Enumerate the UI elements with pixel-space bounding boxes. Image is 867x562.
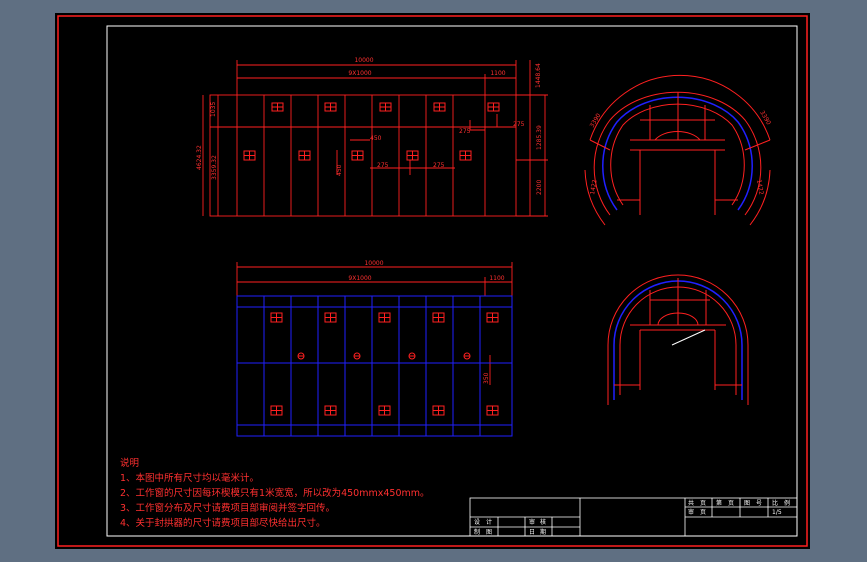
svg-text:比: 比 (772, 499, 778, 507)
svg-text:例: 例 (784, 499, 790, 507)
svg-text:设: 设 (474, 518, 480, 526)
dim-right-b: 1285.39 (536, 125, 543, 150)
dim-left-c: 3359.32 (211, 155, 218, 180)
note-line: 3、工作窗分布及尺寸请费项目部审阅并签字回传。 (120, 503, 336, 514)
svg-text:第: 第 (716, 499, 722, 507)
dim-main: 9X1000 (348, 70, 371, 77)
dim-275a: 275 (459, 128, 471, 135)
svg-text:日: 日 (529, 529, 535, 536)
dim-275b: 275 (513, 121, 525, 128)
svg-text:图: 图 (486, 529, 492, 536)
svg-text:页: 页 (700, 500, 706, 507)
note-line: 1、本图中所有尺寸均以毫米计。 (120, 473, 260, 484)
dim-end: 1100 (489, 275, 504, 282)
svg-text:计: 计 (486, 518, 492, 526)
dim-left-b: 4624.32 (196, 145, 203, 170)
svg-text:期: 期 (540, 528, 546, 536)
dim-v: 350 (483, 372, 490, 384)
note-line: 2、工作窗的尺寸因每环楔模只有1米宽宽，所以改为450mmx450mm。 (120, 488, 430, 499)
notes-title: 说明 (120, 458, 140, 469)
svg-text:1/5: 1/5 (772, 509, 782, 516)
dim-450a: 450 (370, 135, 382, 142)
dim-total: 10000 (364, 260, 383, 267)
svg-text:制: 制 (474, 528, 480, 536)
svg-text:号: 号 (756, 500, 762, 507)
svg-text:页: 页 (728, 500, 734, 507)
svg-text:共: 共 (688, 499, 694, 507)
dim-right-a: 1448.64 (535, 63, 542, 88)
dim-left-a: 1035 (210, 102, 217, 117)
dim-right-c: 2200 (536, 180, 543, 195)
design-notes: 说明 1、本图中所有尺寸均以毫米计。 2、工作窗的尺寸因每环楔模只有1米宽宽，所… (120, 456, 430, 531)
svg-text:图: 图 (744, 500, 750, 507)
svg-text:核: 核 (540, 518, 546, 526)
svg-text:页: 页 (700, 509, 706, 516)
dim-total: 10000 (354, 57, 373, 64)
dim-main: 9X1000 (348, 275, 371, 282)
svg-text:审: 审 (529, 518, 535, 526)
note-line: 4、关于封拱器的尺寸请费项目部尽快给出尺寸。 (120, 518, 326, 529)
dim-450b: 450 (336, 164, 343, 176)
svg-text:审: 审 (688, 508, 694, 516)
dim-275d: 275 (433, 162, 445, 169)
dim-275c: 275 (377, 162, 389, 169)
dim-end: 1100 (490, 70, 505, 77)
